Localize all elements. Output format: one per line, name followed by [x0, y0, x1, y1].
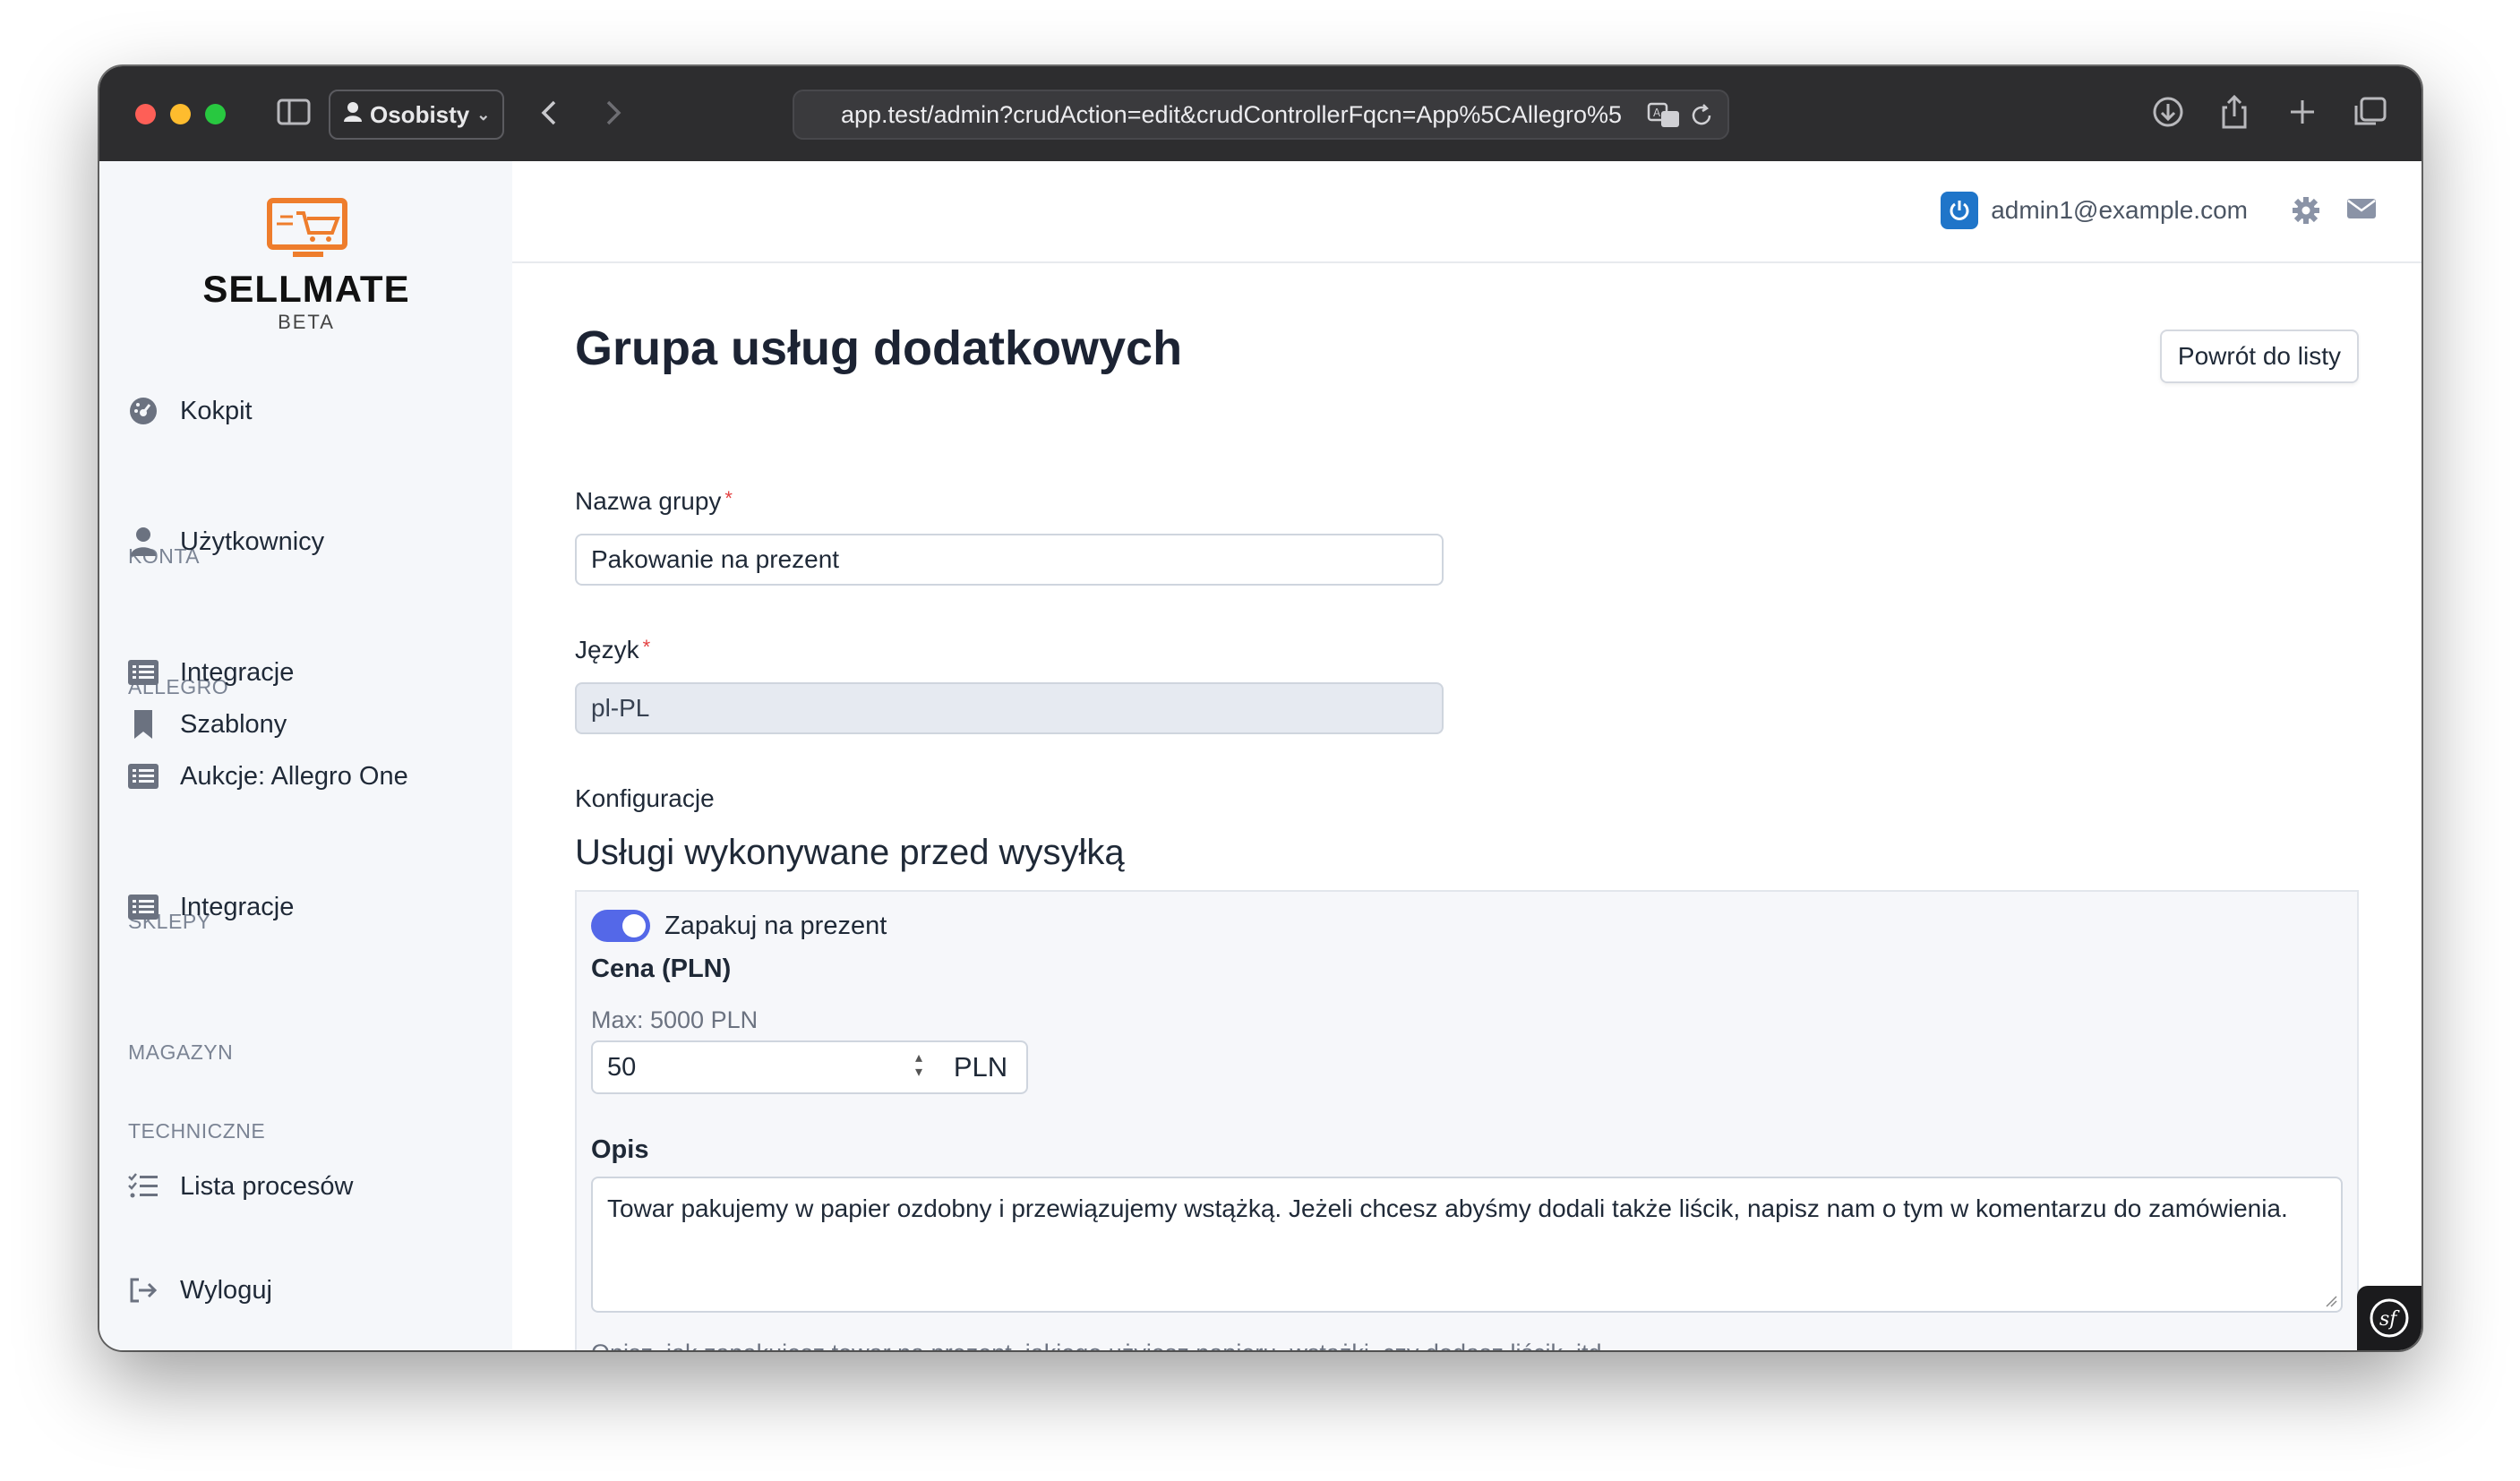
profile-button[interactable]: Osobisty ⌄ [329, 90, 504, 140]
logout-icon [128, 1275, 159, 1306]
gear-icon[interactable] [2291, 195, 2321, 230]
group-name-value: Pakowanie na prezent [591, 545, 840, 573]
sidebar-item-lista-procesow[interactable]: Lista procesów [128, 1171, 353, 1202]
tasks-icon [128, 1171, 159, 1202]
back-to-list-button[interactable]: Powrót do listy [2159, 330, 2359, 383]
main-content: admin1@example.com Grupa usług dodatkowy… [512, 161, 2421, 1350]
sidebar-item-label: Lista procesów [180, 1171, 354, 1201]
bookmark-icon [128, 709, 159, 740]
language-label: Język * [575, 636, 650, 664]
group-name-input[interactable]: Pakowanie na prezent [575, 534, 1444, 586]
forward-arrow-icon[interactable] [597, 93, 630, 137]
user-email: admin1@example.com [1991, 196, 2248, 224]
description-textarea[interactable]: Towar pakujemy w papier ozdobny i przewi… [591, 1177, 2343, 1313]
user-menu[interactable]: admin1@example.com [1941, 192, 2248, 229]
cart-screen-logo-icon [267, 198, 347, 257]
language-input: pl-PL [575, 682, 1444, 734]
toggle-label: Zapakuj na prezent [664, 912, 887, 940]
logo-wordmark: SELLMATE [202, 268, 410, 310]
logo-beta-label: BETA [278, 311, 335, 333]
sidebar: SELLMATE BETA Kokpit KONTA Użytkownicy A… [99, 161, 514, 1350]
description-help: Opisz, jak zapakujesz towar na prezent, … [591, 1340, 1608, 1350]
sidebar-item-kokpit[interactable]: Kokpit [128, 396, 253, 426]
app-logo[interactable]: SELLMATE BETA [196, 197, 416, 334]
reload-icon[interactable] [1688, 102, 1715, 135]
currency-addon: PLN [935, 1040, 1028, 1094]
url-text: app.test/admin?crudAction=edit&crudContr… [841, 100, 1622, 128]
sidebar-item-wyloguj[interactable]: Wyloguj [128, 1275, 272, 1306]
new-tab-icon[interactable] [2286, 93, 2319, 135]
dashboard-icon [128, 396, 159, 426]
top-bar: admin1@example.com [512, 161, 2421, 263]
profile-label: Osobisty [370, 100, 470, 128]
sidebar-section-techniczne: TECHNICZNE [128, 1119, 266, 1143]
browser-window: Osobisty ⌄ app.test/admin?crudAction=edi… [99, 66, 2421, 1350]
close-window-button[interactable] [135, 104, 156, 124]
sidebar-section-magazyn: MAGAZYN [128, 1040, 234, 1064]
sidebar-item-label: Wyloguj [180, 1275, 272, 1305]
description-label: Opis [591, 1135, 649, 1164]
sidebar-item-label: Aukcje: Allegro One [180, 761, 408, 791]
browser-toolbar: Osobisty ⌄ app.test/admin?crudAction=edi… [99, 66, 2421, 161]
required-mark: * [724, 487, 733, 509]
person-icon [343, 101, 363, 129]
sidebar-item-szablony[interactable]: Szablony [128, 709, 287, 740]
language-label-text: Język [575, 636, 639, 663]
service-panel: Zapakuj na prezent Cena (PLN) Max: 5000 … [575, 890, 2359, 1350]
config-label: Konfiguracje [575, 784, 715, 812]
page-title: Grupa usług dodatkowych [575, 321, 1183, 375]
group-name-label-text: Nazwa grupy [575, 487, 722, 515]
back-arrow-icon[interactable] [535, 93, 567, 137]
chevron-down-icon: ⌄ [476, 105, 491, 124]
sidebar-item-label: Szablony [180, 709, 287, 739]
sidebar-item-aukcje[interactable]: Aukcje: Allegro One [128, 761, 408, 792]
address-bar[interactable]: app.test/admin?crudAction=edit&crudContr… [793, 90, 1729, 140]
section-title: Usługi wykonywane przed wysyłką [575, 833, 1125, 872]
price-input[interactable]: 50 ▴ ▾ [591, 1040, 937, 1094]
sidebar-item-uzytkownicy[interactable]: Użytkownicy [128, 526, 324, 557]
price-value: 50 [607, 1052, 637, 1082]
share-icon[interactable] [2218, 93, 2250, 137]
sidebar-item-sklepy-integracje[interactable]: Integracje [128, 892, 294, 922]
list-icon [128, 761, 159, 792]
group-name-label: Nazwa grupy * [575, 487, 733, 516]
number-stepper-icon[interactable]: ▴ ▾ [915, 1051, 922, 1080]
sidebar-item-label: Kokpit [180, 396, 253, 425]
power-avatar-icon [1941, 192, 1979, 229]
sidebar-toggle-icon[interactable] [275, 93, 313, 135]
zoom-window-button[interactable] [205, 104, 226, 124]
resize-handle-icon[interactable] [2325, 1295, 2337, 1307]
symfony-toolbar-icon[interactable]: sf [2357, 1286, 2421, 1350]
price-help: Max: 5000 PLN [591, 1006, 759, 1033]
sidebar-item-label: Integracje [180, 657, 295, 687]
tab-overview-icon[interactable] [2351, 93, 2388, 135]
language-value: pl-PL [591, 694, 650, 722]
description-value: Towar pakujemy w papier ozdobny i przewi… [607, 1194, 2288, 1222]
sidebar-item-label: Integracje [180, 892, 295, 921]
list-icon [128, 892, 159, 922]
sidebar-item-label: Użytkownicy [180, 526, 325, 556]
user-icon [128, 526, 159, 557]
required-mark: * [642, 636, 651, 658]
translate-icon[interactable]: A [1647, 100, 1683, 137]
sidebar-item-allegro-integracje[interactable]: Integracje [128, 657, 294, 688]
envelope-icon[interactable] [2346, 195, 2377, 227]
download-icon[interactable] [2150, 93, 2186, 135]
minimize-window-button[interactable] [170, 104, 191, 124]
price-label: Cena (PLN) [591, 955, 732, 983]
gift-wrap-toggle[interactable] [591, 910, 650, 942]
svg-text:sf: sf [2379, 1308, 2400, 1331]
svg-text:A: A [1653, 107, 1661, 119]
list-icon [128, 657, 159, 688]
